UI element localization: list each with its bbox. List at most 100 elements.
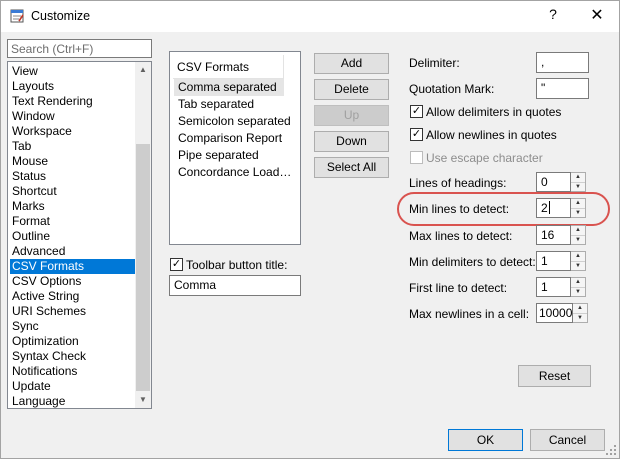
csv-format-item[interactable]: Tab separated: [174, 96, 291, 113]
category-item-optimization[interactable]: Optimization: [10, 334, 135, 349]
max-newlines-spinner[interactable]: 10000 ▲ ▼: [536, 303, 588, 323]
add-button[interactable]: Add: [314, 53, 389, 74]
category-items: View Layouts Text Rendering Window Works…: [10, 64, 135, 408]
category-list[interactable]: View Layouts Text Rendering Window Works…: [7, 61, 152, 409]
quotation-mark-input[interactable]: ": [536, 78, 589, 99]
category-item-workspace[interactable]: Workspace: [10, 124, 135, 139]
spin-down-icon[interactable]: ▼: [571, 262, 585, 271]
max-lines-spinner[interactable]: 16 ▲ ▼: [536, 225, 586, 245]
help-button[interactable]: ?: [541, 6, 565, 26]
category-item-mouse[interactable]: Mouse: [10, 154, 135, 169]
csv-format-item[interactable]: Pipe separated: [174, 147, 291, 164]
category-item-syntax-check[interactable]: Syntax Check: [10, 349, 135, 364]
escape-character-checkbox[interactable]: [410, 151, 423, 164]
toolbar-title-input[interactable]: Comma: [169, 275, 301, 296]
spinner-arrows[interactable]: ▲ ▼: [573, 303, 588, 323]
spin-down-icon[interactable]: ▼: [571, 236, 585, 245]
category-item-csv-formats[interactable]: CSV Formats: [10, 259, 135, 274]
category-item-shortcut[interactable]: Shortcut: [10, 184, 135, 199]
spinner-arrows[interactable]: ▲ ▼: [571, 172, 586, 192]
spin-up-icon[interactable]: ▲: [571, 226, 585, 236]
search-box[interactable]: [7, 39, 152, 58]
category-item-update[interactable]: Update: [10, 379, 135, 394]
annotation-highlight-oval: [397, 192, 610, 226]
search-input[interactable]: [11, 41, 146, 56]
reset-button[interactable]: Reset: [518, 365, 591, 387]
csv-format-list[interactable]: CSV Formats Comma separated Tab separate…: [169, 51, 301, 245]
csv-format-rows: Comma separated Tab separated Semicolon …: [174, 79, 291, 181]
min-delimiters-label: Min delimiters to detect:: [409, 255, 536, 269]
allow-newlines-checkbox[interactable]: ✓: [410, 128, 423, 141]
up-button[interactable]: Up: [314, 105, 389, 126]
header-column-separator: [283, 55, 284, 79]
spin-up-icon[interactable]: ▲: [571, 173, 585, 183]
lines-of-headings-label: Lines of headings:: [409, 176, 507, 190]
csv-format-item[interactable]: Comma separated: [174, 79, 284, 96]
category-item-csv-options[interactable]: CSV Options: [10, 274, 135, 289]
spin-up-icon[interactable]: ▲: [573, 304, 587, 314]
scroll-down-arrow-icon[interactable]: ▼: [135, 392, 151, 408]
window-title: Customize: [31, 9, 91, 23]
resize-grip-icon[interactable]: [605, 444, 617, 456]
spin-down-icon[interactable]: ▼: [571, 288, 585, 297]
max-lines-label: Max lines to detect:: [409, 229, 513, 243]
allow-newlines-label: Allow newlines in quotes: [426, 128, 557, 142]
csv-format-list-header: CSV Formats: [177, 60, 250, 74]
spinner-arrows[interactable]: ▲ ▼: [571, 277, 586, 297]
max-newlines-label: Max newlines in a cell:: [409, 307, 530, 321]
select-all-button[interactable]: Select All: [314, 157, 389, 178]
delimiter-input[interactable]: ,: [536, 52, 589, 73]
category-item-uri-schemes[interactable]: URI Schemes: [10, 304, 135, 319]
escape-character-label: Use escape character: [426, 151, 543, 165]
ok-button[interactable]: OK: [448, 429, 523, 451]
toolbar-title-checkbox[interactable]: ✓: [170, 258, 183, 271]
category-item-view[interactable]: View: [10, 64, 135, 79]
category-item-notifications[interactable]: Notifications: [10, 364, 135, 379]
category-item-outline[interactable]: Outline: [10, 229, 135, 244]
allow-delimiters-label: Allow delimiters in quotes: [426, 105, 562, 119]
customize-dialog: Customize ? ✕ View Layouts Text Renderin…: [0, 0, 620, 459]
spin-down-icon[interactable]: ▼: [573, 314, 587, 323]
min-delimiters-spinner[interactable]: 1 ▲ ▼: [536, 251, 586, 271]
delete-button[interactable]: Delete: [314, 79, 389, 100]
scroll-thumb[interactable]: [136, 144, 150, 391]
csv-format-item[interactable]: Concordance Load…: [174, 164, 291, 181]
lines-of-headings-value[interactable]: 0: [536, 172, 571, 192]
quotation-mark-label: Quotation Mark:: [409, 82, 495, 96]
spin-down-icon[interactable]: ▼: [571, 183, 585, 192]
scroll-up-arrow-icon[interactable]: ▲: [135, 62, 151, 78]
down-button[interactable]: Down: [314, 131, 389, 152]
delimiter-label: Delimiter:: [409, 56, 460, 70]
first-line-spinner[interactable]: 1 ▲ ▼: [536, 277, 586, 297]
csv-format-item[interactable]: Semicolon separated: [174, 113, 291, 130]
category-item-format[interactable]: Format: [10, 214, 135, 229]
category-item-status[interactable]: Status: [10, 169, 135, 184]
max-newlines-value[interactable]: 10000: [536, 303, 573, 323]
cancel-button[interactable]: Cancel: [530, 429, 605, 451]
first-line-value[interactable]: 1: [536, 277, 571, 297]
category-item-language[interactable]: Language: [10, 394, 135, 408]
category-item-window[interactable]: Window: [10, 109, 135, 124]
category-scrollbar[interactable]: ▲ ▼: [135, 62, 151, 408]
max-lines-value[interactable]: 16: [536, 225, 571, 245]
category-item-layouts[interactable]: Layouts: [10, 79, 135, 94]
category-item-marks[interactable]: Marks: [10, 199, 135, 214]
min-delimiters-value[interactable]: 1: [536, 251, 571, 271]
category-item-tab[interactable]: Tab: [10, 139, 135, 154]
first-line-label: First line to detect:: [409, 281, 508, 295]
toolbar-title-label: Toolbar button title:: [186, 258, 288, 272]
spin-up-icon[interactable]: ▲: [571, 278, 585, 288]
lines-of-headings-spinner[interactable]: 0 ▲ ▼: [536, 172, 586, 192]
category-item-advanced[interactable]: Advanced: [10, 244, 135, 259]
title-bar: Customize ? ✕: [1, 1, 619, 32]
close-button[interactable]: ✕: [585, 5, 609, 27]
csv-format-item[interactable]: Comparison Report: [174, 130, 291, 147]
app-icon: [10, 9, 24, 23]
allow-delimiters-checkbox[interactable]: ✓: [410, 105, 423, 118]
spinner-arrows[interactable]: ▲ ▼: [571, 251, 586, 271]
spin-up-icon[interactable]: ▲: [571, 252, 585, 262]
category-item-sync[interactable]: Sync: [10, 319, 135, 334]
category-item-active-string[interactable]: Active String: [10, 289, 135, 304]
spinner-arrows[interactable]: ▲ ▼: [571, 225, 586, 245]
category-item-text-rendering[interactable]: Text Rendering: [10, 94, 135, 109]
